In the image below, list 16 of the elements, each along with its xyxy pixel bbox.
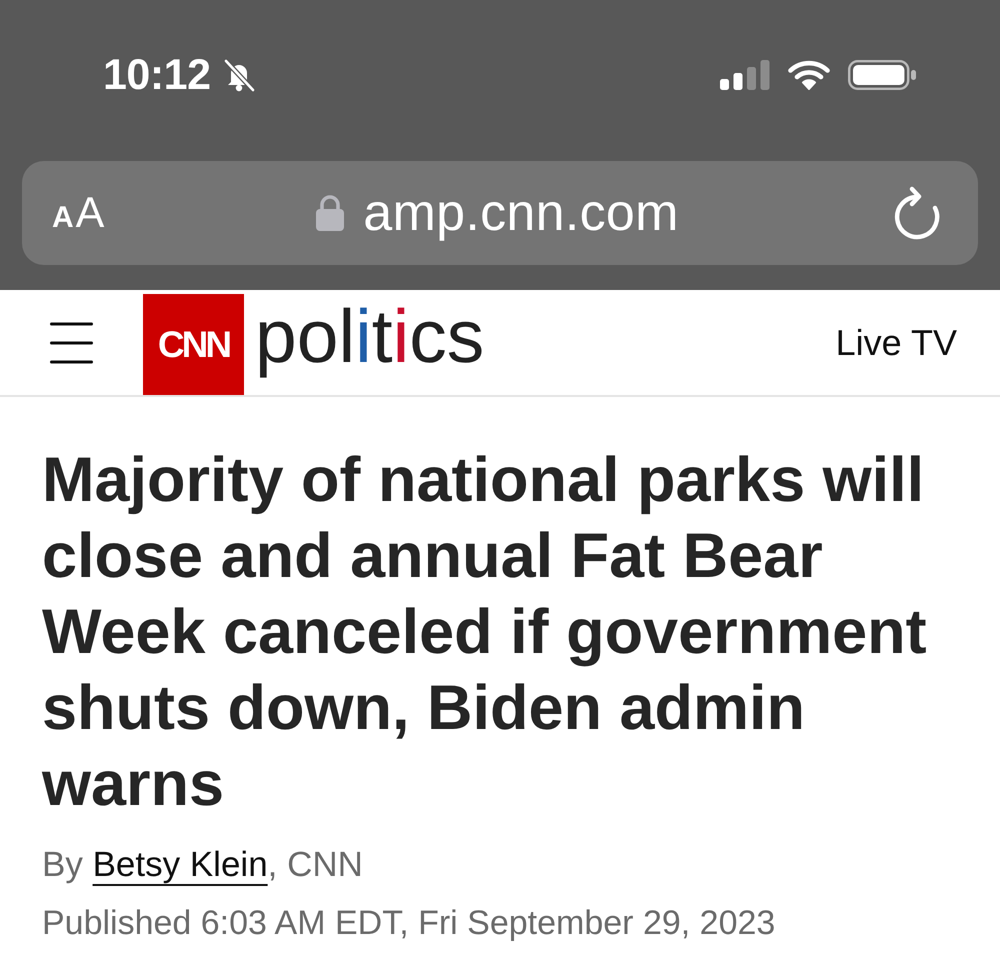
url-text[interactable]: amp.cnn.com — [363, 183, 679, 243]
publish-date: Published 6:03 AM EDT, Fri September 29, 2023 — [42, 903, 776, 944]
menu-icon[interactable] — [50, 322, 93, 364]
bell-slash-icon — [222, 58, 256, 92]
status-time: 10:12 — [103, 50, 210, 100]
brand-logo[interactable]: CNN — [143, 294, 244, 395]
byline: By Betsy Klein, CNN — [42, 844, 364, 886]
section-logo[interactable]: politics — [255, 299, 484, 386]
signal-icon — [720, 60, 770, 90]
text-size-button[interactable]: AA — [52, 188, 104, 238]
battery-icon — [848, 60, 916, 90]
article-headline: Majority of national parks will close and annual Fat Bear Week canceled if government shuts down, Biden admin warns — [42, 444, 928, 821]
live-tv-link[interactable]: Live TV — [836, 322, 957, 364]
author-link[interactable]: Betsy Klein — [92, 845, 268, 884]
reload-icon[interactable] — [892, 186, 942, 240]
wifi-icon — [788, 60, 830, 90]
